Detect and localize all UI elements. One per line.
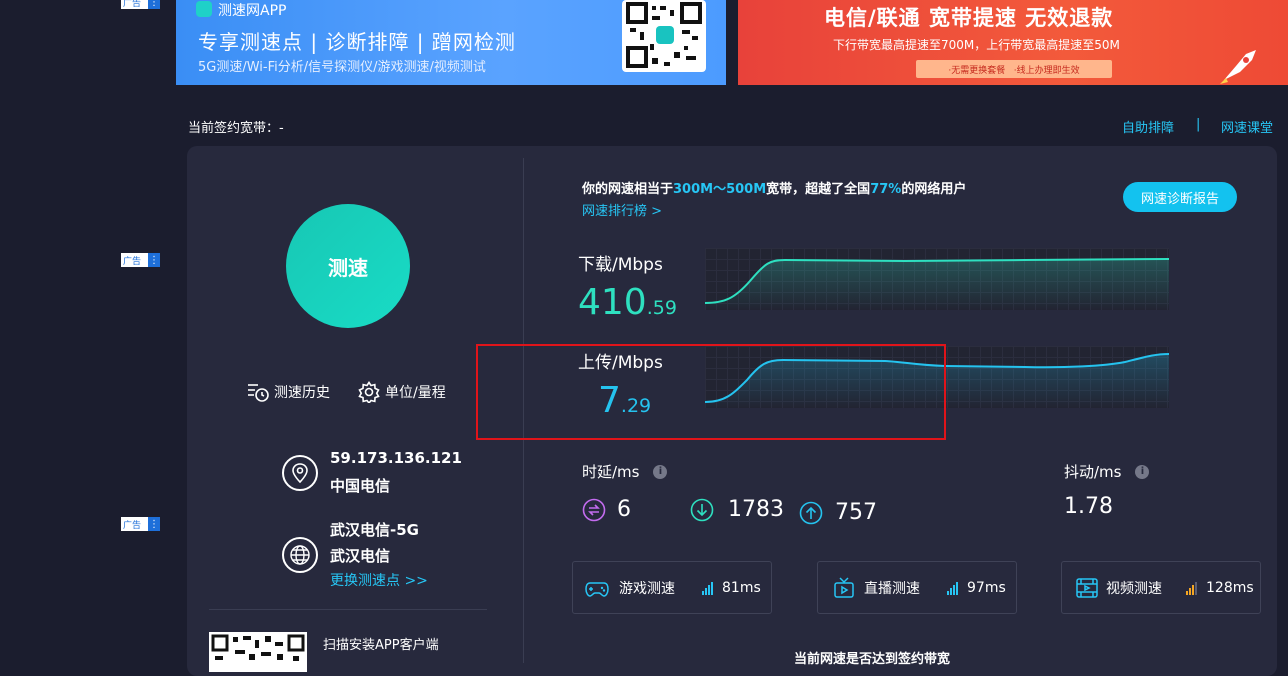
app-logo-icon [196,1,212,17]
latency-download: 1783 [690,497,784,522]
video-icon [1076,577,1098,598]
isp-banner[interactable]: 电信/联通 宽带提速 无效退款 下行带宽最高提速至700M，上行带宽最高提速至5… [738,0,1288,85]
self-troubleshoot-link[interactable]: 自助排障 [1122,117,1174,136]
speed-class-link[interactable]: 网速课堂 [1221,117,1273,136]
latency-idle: 6 [582,497,631,522]
isp-banner-sub: 下行带宽最高提速至700M，上行带宽最高提速至50M [833,38,1120,52]
download-latency-icon [690,498,714,521]
change-node-link[interactable]: 更换测速点 >> [330,570,428,590]
latency-info-icon[interactable]: i [653,464,668,479]
idle-latency-icon [582,498,606,521]
download-value: 410.59 [578,282,677,323]
speed-summary: 你的网速相当于300M～500M宽带，超越了全国77%的网络用户 [582,182,967,197]
contract-bandwidth: 当前签约宽带：- [188,121,284,136]
app-qr-code [622,0,706,72]
app-banner-headline: 专享测速点 | 诊断排障 | 蹭网检测 [198,30,516,54]
isp-banner-tags: ·无需更换套餐 ·线上办理即生效 [916,60,1112,78]
game-test-button[interactable]: 游戏测速 81ms [572,561,772,614]
gamepad-icon [585,581,609,597]
left-divider [209,609,487,610]
app-banner[interactable]: 测速网APP 专享测速点 | 诊断排障 | 蹭网检测 5G测速/Wi-Fi分析/… [176,0,726,85]
link-separator: | [1196,117,1201,132]
gear-icon [358,381,380,403]
test-node: 武汉电信-5G [330,521,419,539]
history-icon [248,384,269,402]
tv-icon [834,576,854,598]
more-icon: ⋮ [148,0,160,9]
client-qr-code [209,632,307,672]
jitter-label: 抖动/ms i [1064,461,1150,482]
latency-label: 时延/ms i [582,461,668,482]
jitter-value: 1.78 [1064,494,1113,519]
upload-latency-icon [799,501,823,524]
signal-icon [702,581,714,595]
signal-icon [947,581,959,595]
more-icon: ⋮ [148,253,160,267]
test-node-isp: 武汉电信 [330,547,391,565]
start-test-button[interactable]: 测速 [286,204,410,328]
diagnosis-report-button[interactable]: 网速诊断报告 [1123,182,1237,212]
app-name: 测速网APP [218,3,287,19]
globe-icon [282,537,318,573]
history-button[interactable]: 测速历史 [247,381,330,403]
download-graph [704,248,1170,310]
ip-isp: 中国电信 [330,477,391,495]
location-icon [282,455,318,491]
client-qr-label: 扫描安装APP客户端 [323,638,439,653]
highlight-box [476,344,946,440]
ad-tag[interactable]: 广告 ⋮ [121,253,160,267]
bandwidth-question: 当前网速是否达到签约带宽 [794,652,951,667]
ad-tag[interactable]: 广告 ⋮ [121,0,160,9]
ad-tag[interactable]: 广告 ⋮ [121,517,160,531]
more-icon: ⋮ [148,517,160,531]
signal-icon [1186,581,1198,595]
video-test-button[interactable]: 视频测速 128ms [1061,561,1261,614]
ip-address: 59.173.136.121 [330,449,462,467]
latency-upload: 757 [799,500,877,525]
jitter-info-icon[interactable]: i [1135,464,1150,479]
live-test-button[interactable]: 直播测速 97ms [817,561,1017,614]
download-label: 下载/Mbps [578,255,663,275]
rocket-icon [1220,50,1256,84]
isp-banner-headline: 电信/联通 宽带提速 无效退款 [824,6,1114,30]
ranking-link[interactable]: 网速排行榜 > [582,200,662,219]
app-banner-sub: 5G测速/Wi-Fi分析/信号探测仪/游戏测速/视频测试 [198,60,486,75]
units-button[interactable]: 单位/量程 [358,381,446,403]
